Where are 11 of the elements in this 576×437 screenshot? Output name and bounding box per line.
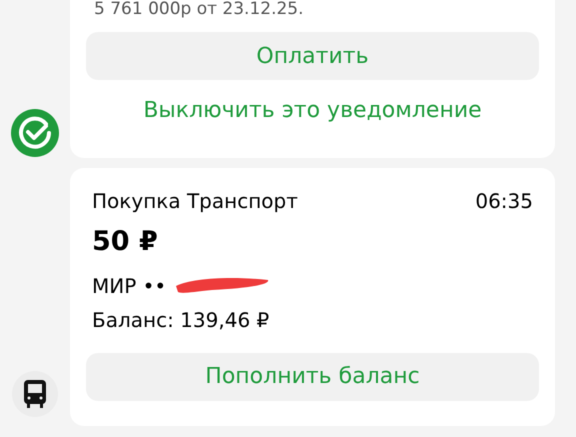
balance-text: Баланс: 139,46 ₽ bbox=[91, 306, 270, 334]
disable-notification-link[interactable]: Выключить это уведомление bbox=[143, 94, 482, 127]
transaction-title: Покупка Транспорт bbox=[92, 188, 298, 215]
card-name: МИР •• bbox=[92, 272, 166, 300]
payment-text: 5 761 000р от 23.12.25. bbox=[93, 0, 305, 18]
transaction-amount: 50 ₽ bbox=[91, 225, 159, 259]
top-up-button[interactable]: Пополнить баланс bbox=[86, 352, 539, 400]
check-logo-icon bbox=[11, 109, 59, 157]
transaction-time: 06:35 bbox=[475, 188, 533, 215]
pay-button[interactable]: Оплатить bbox=[86, 32, 539, 80]
bus-icon bbox=[12, 371, 58, 417]
